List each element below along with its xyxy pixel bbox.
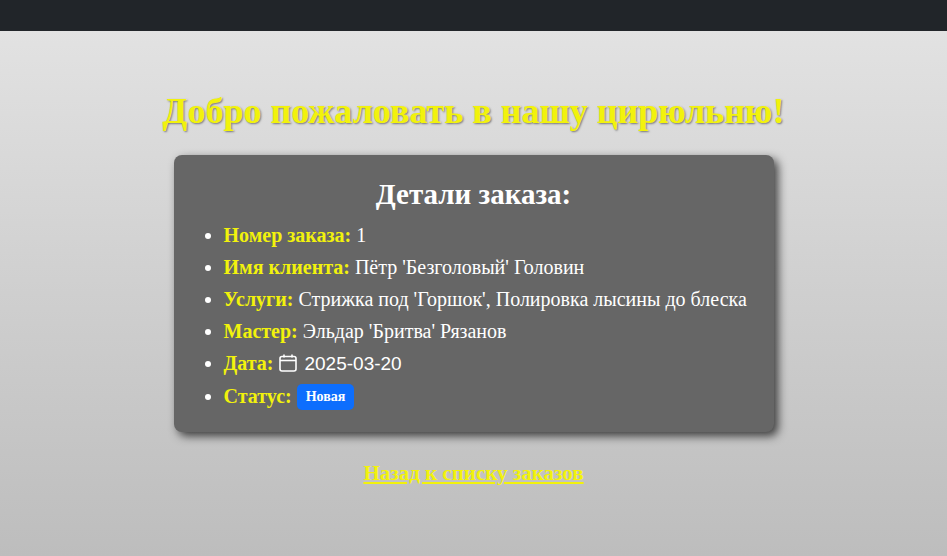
detail-value: Пётр 'Безголовый' Головин — [355, 256, 584, 278]
detail-value: Эльдар 'Бритва' Рязанов — [303, 320, 507, 342]
date-value: 2025-03-20 — [304, 353, 401, 374]
detail-label: Номер заказа: — [224, 224, 352, 246]
detail-row: Имя клиента: Пётр 'Безголовый' Головин — [224, 251, 752, 283]
card-title: Детали заказа: — [196, 175, 752, 213]
detail-label: Дата: — [224, 352, 274, 374]
top-bar — [0, 0, 947, 31]
order-details: Номер заказа: 1Имя клиента: Пётр 'Безгол… — [196, 219, 752, 412]
back-link[interactable]: Назад к списку заказов — [363, 458, 583, 490]
detail-row: Номер заказа: 1 — [224, 219, 752, 251]
page-title: Добро пожаловать в нашу цирюльню! — [163, 89, 785, 133]
status-badge: Новая — [297, 384, 355, 410]
detail-label: Имя клиента: — [224, 256, 350, 278]
calendar-icon — [278, 353, 298, 373]
detail-row: Дата: 2025-03-20 — [224, 347, 752, 380]
detail-value: Стрижка под 'Горшок', Полировка лысины д… — [298, 288, 746, 310]
detail-row: Мастер: Эльдар 'Бритва' Рязанов — [224, 315, 752, 347]
detail-value: 1 — [356, 224, 366, 246]
detail-row: Услуги: Стрижка под 'Горшок', Полировка … — [224, 283, 752, 315]
detail-label: Мастер: — [224, 320, 298, 342]
detail-label: Услуги: — [224, 288, 294, 310]
order-card: Детали заказа: Номер заказа: 1Имя клиент… — [174, 155, 774, 432]
detail-label: Статус: — [224, 385, 292, 407]
background-photo: Добро пожаловать в нашу цирюльню! Детали… — [0, 31, 947, 556]
detail-row: Статус: Новая — [224, 380, 752, 412]
